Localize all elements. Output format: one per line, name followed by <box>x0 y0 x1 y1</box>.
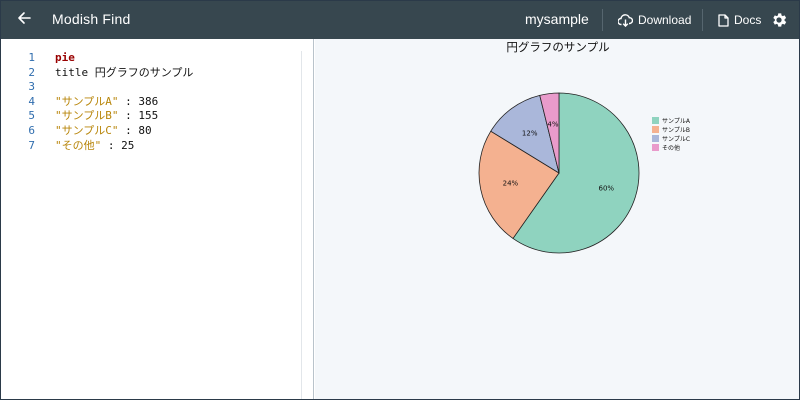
code-line[interactable]: 5 "サンプルB" : 155 <box>1 109 301 124</box>
document-name[interactable]: mysample <box>525 11 589 27</box>
legend-item: サンプルC <box>652 135 690 143</box>
code-text: pie <box>55 51 75 66</box>
code-line[interactable]: 1 pie <box>1 51 301 66</box>
legend-label: その他 <box>662 144 680 152</box>
chart-title: 円グラフのサンプル <box>506 40 609 54</box>
code-token: : 155 <box>118 109 159 123</box>
code-line[interactable]: 4 "サンプルA" : 386 <box>1 95 301 110</box>
docs-label: Docs <box>734 13 762 27</box>
code-string: "サンプルC" <box>55 123 119 137</box>
gear-icon <box>770 13 788 33</box>
legend-item: サンプルA <box>652 117 691 125</box>
code-keyword: pie <box>55 51 75 64</box>
legend-item: サンプルB <box>652 126 690 134</box>
legend-swatch <box>652 117 659 124</box>
chart-preview: 円グラフのサンプル 60% 24% 12% 4% サンプルA サンプルB サンプルC その他 <box>315 39 799 399</box>
download-button[interactable]: Download <box>618 10 691 30</box>
line-number: 1 <box>28 51 35 64</box>
cloud-download-icon <box>618 13 633 27</box>
legend-item: その他 <box>652 144 680 152</box>
line-number: 6 <box>28 123 35 137</box>
code-text: "サンプルB" : 155 <box>55 109 158 124</box>
toolbar-divider <box>602 9 603 31</box>
code-line[interactable]: 2 title 円グラフのサンプル <box>1 66 301 81</box>
settings-button[interactable] <box>770 11 788 29</box>
code-lines[interactable]: 1 pie 2 title 円グラフのサンプル 3 4 "サンプルA" : 386 5 "サンプ… <box>1 51 301 153</box>
code-token: : 386 <box>118 94 159 108</box>
top-bar: Modish Find mysample Download Docs <box>1 1 799 39</box>
line-number: 5 <box>28 109 35 123</box>
code-string: "サンプルA" <box>55 94 119 108</box>
legend-label: サンプルB <box>662 127 690 134</box>
code-text: title 円グラフのサンプル <box>55 66 193 81</box>
app-window: Modish Find mysample Download Docs 1 pie… <box>0 0 800 400</box>
line-number: 4 <box>28 94 35 108</box>
legend-label: サンプルC <box>662 136 690 143</box>
code-line[interactable]: 3 <box>1 80 301 95</box>
toolbar-divider <box>702 9 703 31</box>
slice-label: 12% <box>522 129 538 137</box>
document-icon <box>718 13 729 27</box>
line-number: 7 <box>28 138 35 152</box>
code-string: "その他" <box>55 138 102 152</box>
legend-label: サンプルA <box>662 118 691 125</box>
line-number: 2 <box>28 65 35 79</box>
download-label: Download <box>638 13 692 27</box>
pie-chart: 円グラフのサンプル 60% 24% 12% 4% サンプルA サンプルB サンプルCその他 <box>478 40 691 254</box>
code-token: title 円グラフのサンプル <box>55 65 194 79</box>
app-title: Modish Find <box>52 11 131 27</box>
slice-label: 24% <box>503 180 519 188</box>
legend-swatch <box>652 144 659 151</box>
legend-swatch <box>652 135 659 142</box>
back-button[interactable] <box>13 9 35 31</box>
code-text: "サンプルC" : 80 <box>55 124 152 139</box>
slice-label: 4% <box>547 120 558 128</box>
code-text: "サンプルA" : 386 <box>55 95 158 110</box>
code-text: "その他" : 25 <box>55 139 134 154</box>
code-line[interactable]: 6 "サンプルC" : 80 <box>1 124 301 139</box>
code-token: : 25 <box>101 138 135 152</box>
slice-label: 60% <box>599 184 615 192</box>
code-string: "サンプルB" <box>55 109 119 123</box>
editor-gutter-line <box>301 51 302 399</box>
arrow-left-icon <box>17 11 31 30</box>
code-editor[interactable]: 1 pie 2 title 円グラフのサンプル 3 4 "サンプルA" : 386 5 "サンプ… <box>1 39 314 399</box>
line-number: 3 <box>28 80 35 94</box>
legend-swatch <box>652 126 659 133</box>
code-token: : 80 <box>118 123 152 137</box>
code-line[interactable]: 7 "その他" : 25 <box>1 139 301 154</box>
docs-button[interactable]: Docs <box>718 10 761 30</box>
